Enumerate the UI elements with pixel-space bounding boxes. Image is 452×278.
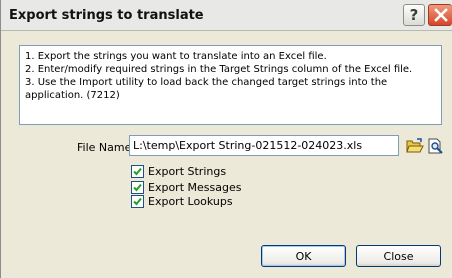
help-icon: ?: [409, 6, 419, 24]
instructions-box: 1. Export the strings you want to transl…: [19, 45, 442, 125]
file-name-input[interactable]: [129, 135, 399, 156]
export-lookups-option[interactable]: Export Lookups: [131, 194, 233, 208]
close-button[interactable]: Close: [356, 245, 441, 267]
export-lookups-checkbox[interactable]: [131, 194, 144, 208]
close-icon: [433, 8, 448, 22]
preview-icon: [428, 138, 443, 154]
checkmark-icon: [133, 167, 142, 175]
browse-button[interactable]: [406, 137, 424, 155]
export-messages-label: Export Messages: [148, 180, 242, 194]
title-bar[interactable]: Export strings to translate ?: [1, 0, 452, 31]
instruction-line: 2. Enter/modify required strings in the …: [25, 64, 413, 75]
export-strings-option[interactable]: Export Strings: [131, 164, 226, 178]
ok-button[interactable]: OK: [261, 245, 346, 267]
export-strings-checkbox[interactable]: [131, 164, 144, 178]
export-strings-dialog: Export strings to translate ? 1. Export …: [0, 0, 452, 278]
instruction-line: application. (7212): [25, 90, 120, 101]
open-folder-icon: [406, 138, 424, 153]
close-window-button[interactable]: [428, 4, 452, 26]
file-name-label: File Name:: [77, 141, 136, 154]
checkmark-icon: [133, 197, 142, 205]
checkmark-icon: [133, 183, 142, 191]
instruction-line: 3. Use the Import utility to load back t…: [25, 77, 388, 88]
export-messages-option[interactable]: Export Messages: [131, 180, 241, 194]
preview-button[interactable]: [426, 137, 444, 155]
help-button[interactable]: ?: [403, 4, 425, 26]
dialog-title: Export strings to translate: [9, 8, 204, 23]
export-lookups-label: Export Lookups: [148, 194, 233, 208]
export-strings-label: Export Strings: [148, 164, 227, 178]
instruction-line: 1. Export the strings you want to transl…: [25, 51, 327, 62]
export-messages-checkbox[interactable]: [131, 180, 144, 194]
